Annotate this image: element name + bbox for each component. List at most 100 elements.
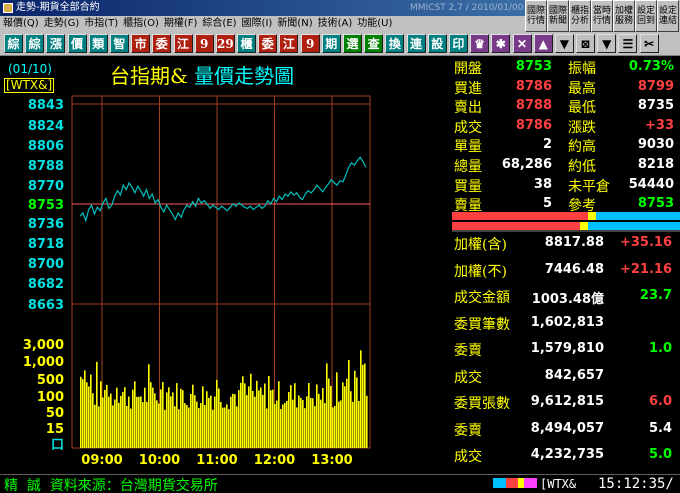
stat-change-1: +21.16 [619,261,672,277]
toolbar-button-3[interactable]: 價 [67,34,87,53]
toolbar-button-6[interactable]: 市 [131,34,151,53]
volume-tick-6: 口 [51,438,64,453]
toolbar-button-5[interactable]: 智 [109,34,129,53]
toolbar-button-27[interactable]: ⊠ [576,34,596,53]
app-icon [3,3,13,13]
quote-value2-4: 9030 [637,137,674,153]
top-button-3[interactable]: 當時行情 [591,0,613,32]
price-tick-9: 8682 [28,277,64,292]
stat-label-0: 加權(含) [454,237,507,253]
toolbar-button-0[interactable]: 綜 [4,34,23,53]
top-button-5[interactable]: 設定回到 [635,0,657,32]
toolbar-button-23[interactable]: ✱ [491,34,511,53]
top-button-2[interactable]: 櫃指分析 [569,0,591,32]
toolbar-button-11[interactable]: 櫃 [237,34,257,53]
quote-value-6: 38 [533,176,552,192]
toolbar: 綜綜漲價類智市委江 9 29 櫃委江 9 期選查換連設印 ♛ ✱ ✕ ▲ ▼ ⊠ ▼ ☰ ✂ [0,32,680,56]
toolbar-button-18[interactable]: 換 [385,34,405,53]
price-tick-1: 8824 [28,119,64,134]
quote-value-3: 8786 [515,117,552,133]
quote-label2-5: 約低 [568,159,596,175]
time-tick-1: 10:00 [139,453,180,468]
toolbar-button-28[interactable]: ▼ [597,34,617,53]
toolbar-button-29[interactable]: ☰ [618,34,638,53]
stat-label-7: 委賣 [454,422,482,439]
toolbar-button-20[interactable]: 設 [427,34,447,53]
stat-value-7: 8,494,057 [530,420,604,436]
quote-value2-1: 8799 [637,78,674,94]
menu-item-4[interactable]: 期權(F) [161,16,200,32]
toolbar-button-8[interactable]: 江 [173,34,193,53]
toolbar-button-12[interactable]: 委 [258,34,278,53]
toolbar-button-22[interactable]: ♛ [470,34,490,53]
toolbar-button-25[interactable]: ▲ [533,34,553,53]
menu-item-0[interactable]: 報價(Q) [0,16,41,32]
status-color-indicator [493,478,538,488]
toolbar-button-10[interactable]: 29 [215,34,235,53]
toolbar-button-30[interactable]: ✂ [639,34,659,53]
toolbar-button-7[interactable]: 委 [152,34,172,53]
quote-label2-1: 最高 [568,80,596,97]
menu-item-2[interactable]: 市指(T) [81,16,120,32]
status-contract-code: [WTX& [540,477,577,491]
quote-label-6: 買量 [454,178,482,195]
menu-item-9[interactable]: 功能(U) [354,16,394,32]
stat-value-5: 842,657 [544,367,604,383]
quote-value-0: 8753 [515,59,552,74]
toolbar-button-19[interactable]: 連 [406,34,426,53]
time-tick-3: 12:00 [254,453,295,468]
stat-label-5: 成交 [454,369,482,386]
top-button-6[interactable]: 設定連結 [657,0,679,32]
menu-item-6[interactable]: 國際(I) [239,16,275,32]
quote-value2-2: 8735 [637,98,674,114]
toolbar-button-2[interactable]: 漲 [46,34,66,53]
toolbar-button-14[interactable]: 9 [300,34,320,53]
quote-value-5: 68,286 [501,157,552,172]
price-tick-2: 8806 [28,139,64,154]
toolbar-button-1[interactable]: 綜 [25,34,45,53]
quote-value2-6: 54440 [628,176,674,192]
top-button-1[interactable]: 國際新聞 [547,0,569,32]
toolbar-button-13[interactable]: 江 [279,34,299,53]
quote-value2-5: 8218 [637,157,674,172]
menu-item-5[interactable]: 綜合(E) [199,16,238,32]
stat-value-0: 8817.88 [544,235,604,250]
menu-item-8[interactable]: 技術(A) [315,16,355,32]
toolbar-button-16[interactable]: 選 [343,34,362,53]
toolbar-button-15[interactable]: 期 [321,34,341,53]
volume-tick-4: 50 [46,406,64,421]
data-source-text: 資料來源：台灣期貨交易所 [49,478,218,493]
price-tick-6: 8736 [28,217,64,232]
menu-item-1[interactable]: 走勢(G) [41,16,82,32]
stat-value-3: 1,602,813 [530,314,604,330]
stat-change-6: 6.0 [648,394,672,409]
toolbar-button-21[interactable]: 印 [448,34,468,53]
volume-tick-3: 100 [37,390,64,405]
stat-label-3: 委買筆數 [454,316,510,333]
top-button-4[interactable]: 加權服務 [613,0,635,32]
status-label-a: 精 [4,478,18,493]
price-tick-4: 8770 [28,179,64,194]
quote-value-7: 5 [542,196,552,212]
window-subtitle: MMICST 2,7 / 2010/01/00 [410,3,524,13]
volume-tick-2: 500 [37,373,64,388]
toolbar-button-17[interactable]: 查 [364,34,384,53]
toolbar-button-24[interactable]: ✕ [512,34,532,53]
menu-item-3[interactable]: 櫃指(O) [120,16,161,32]
price-tick-10: 8663 [28,298,64,313]
toolbar-button-4[interactable]: 類 [88,34,108,53]
price-tick-5: 8753 [28,198,64,213]
quote-panel: 開盤 8753 振幅 0.73% 買進 8786 最高 8799 賣出 8788 最低 8735 成交 8… [452,56,680,229]
clock-display: 15:12:35/ [598,476,674,492]
quote-label-2: 賣出 [454,100,482,117]
toolbar-button-9[interactable]: 9 [194,34,214,53]
quote-label2-4: 約高 [568,139,596,156]
stat-label-1: 加權(不) [454,263,507,280]
toolbar-button-26[interactable]: ▼ [554,34,574,53]
price-volume-chart[interactable]: 8843 8824 8806 8788 8770 8753 8736 8718 8700 8682… [0,56,452,474]
stat-change-2: 23.7 [639,288,672,303]
top-button-0[interactable]: 國際行情 [525,0,547,32]
price-tick-0: 8843 [28,98,64,113]
price-tick-7: 8718 [28,237,64,252]
menu-item-7[interactable]: 新聞(N) [274,16,314,32]
